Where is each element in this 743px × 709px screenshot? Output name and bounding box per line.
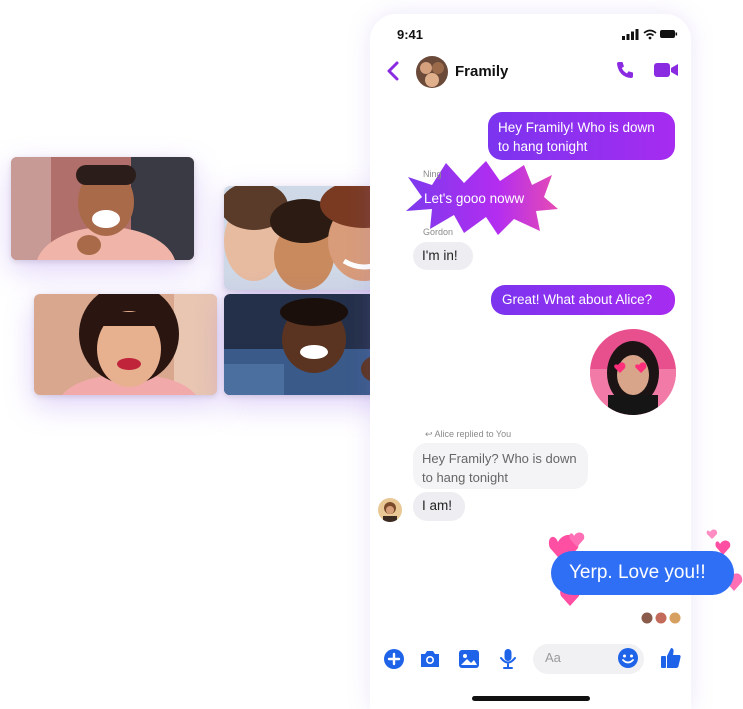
- status-time: 9:41: [397, 27, 424, 42]
- home-indicator: [472, 696, 590, 701]
- outgoing-message-love[interactable]: Yerp. Love you!!: [551, 551, 734, 595]
- sender-name: Gordon: [423, 227, 454, 237]
- video-camera-icon[interactable]: [653, 61, 679, 79]
- camera-icon[interactable]: [418, 647, 442, 671]
- microphone-icon[interactable]: [496, 647, 520, 671]
- incoming-message[interactable]: I'm in!: [413, 242, 473, 270]
- status-icons: [622, 29, 678, 40]
- incoming-message-effect[interactable]: Let's gooo noww: [424, 191, 524, 206]
- video-tile-1[interactable]: [11, 157, 194, 260]
- group-avatar[interactable]: [416, 56, 448, 88]
- incoming-message[interactable]: I am!: [413, 492, 465, 521]
- read-receipts: [641, 612, 681, 624]
- sender-avatar[interactable]: [378, 498, 402, 522]
- gallery-icon[interactable]: [457, 647, 481, 671]
- sender-name: Ning: [423, 169, 442, 179]
- emoji-icon[interactable]: [617, 647, 639, 669]
- video-tile-3[interactable]: [34, 294, 217, 395]
- back-chevron-icon[interactable]: [385, 60, 401, 82]
- quoted-message[interactable]: Hey Framily? Who is down to hang tonight: [413, 443, 588, 489]
- phone-icon[interactable]: [615, 60, 635, 80]
- thumbs-up-icon[interactable]: [659, 646, 683, 670]
- outgoing-message[interactable]: Hey Framily! Who is down to hang tonight: [488, 112, 675, 160]
- plus-icon[interactable]: [382, 647, 406, 671]
- reply-label-text: Alice replied to You: [434, 429, 512, 439]
- reply-label: ↩ Alice replied to You: [425, 429, 512, 439]
- outgoing-message[interactable]: Great! What about Alice?: [491, 285, 675, 315]
- shared-photo[interactable]: [590, 329, 676, 415]
- conversation-title[interactable]: Framily: [455, 63, 508, 80]
